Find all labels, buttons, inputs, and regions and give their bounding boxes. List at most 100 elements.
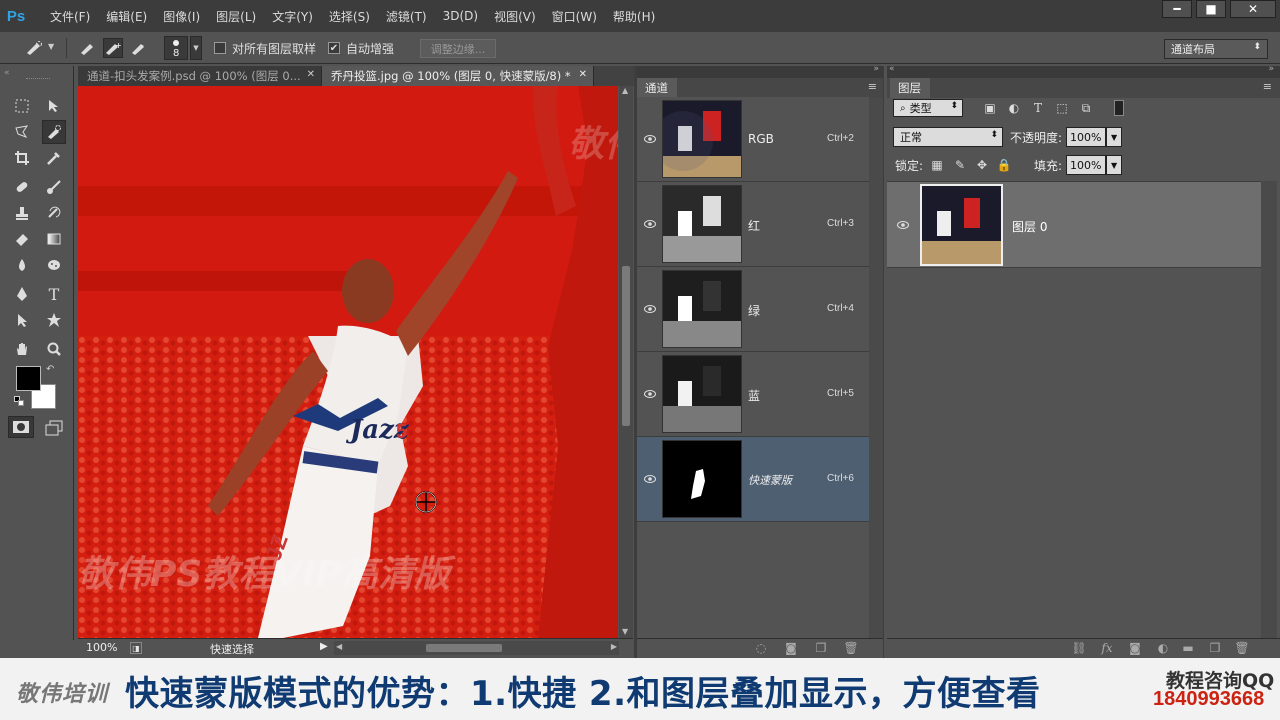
blur-tool-icon[interactable]: [10, 253, 34, 277]
channel-row-rgb[interactable]: RGB Ctrl+2: [637, 97, 869, 182]
document-tab-2[interactable]: 乔丹投篮.jpg @ 100% (图层 0, 快速蒙版/8) * ✕: [322, 66, 594, 86]
zoom-level[interactable]: 100%: [86, 641, 117, 654]
blend-mode-select[interactable]: 正常 ⬍: [893, 127, 1003, 147]
menu-window[interactable]: 窗口(W): [544, 8, 605, 25]
opacity-dropdown-arrow-icon[interactable]: ▼: [1106, 127, 1122, 147]
lock-all-icon[interactable]: 🔒: [996, 157, 1012, 173]
panel-menu-icon[interactable]: ≡: [1263, 80, 1272, 93]
crop-tool-icon[interactable]: [10, 146, 34, 170]
default-colors-icon[interactable]: [14, 396, 24, 406]
spot-healing-tool-icon[interactable]: [10, 175, 34, 199]
menu-view[interactable]: 视图(V): [486, 8, 544, 25]
sample-all-layers-checkbox[interactable]: [214, 42, 226, 54]
menu-layer[interactable]: 图层(L): [208, 8, 264, 25]
channel-row-green[interactable]: 绿 Ctrl+4: [637, 267, 869, 352]
save-selection-as-channel-icon[interactable]: ◙: [783, 640, 799, 656]
filter-adjustment-layers-icon[interactable]: ◐: [1006, 100, 1022, 116]
history-brush-tool-icon[interactable]: [42, 201, 66, 225]
layers-scrollbar[interactable]: [1261, 181, 1277, 638]
clone-stamp-tool-icon[interactable]: [10, 201, 34, 225]
filter-type-layers-icon[interactable]: T: [1030, 100, 1046, 116]
filter-shape-layers-icon[interactable]: ⬚: [1054, 100, 1070, 116]
eraser-tool-icon[interactable]: [10, 227, 34, 251]
link-layers-icon[interactable]: ⛓: [1071, 640, 1087, 656]
channel-row-quick-mask[interactable]: 快速蒙版 Ctrl+6: [637, 437, 869, 522]
sponge-tool-icon[interactable]: [42, 253, 66, 277]
panel-collapse-icon[interactable]: »: [873, 64, 879, 74]
add-layer-mask-icon[interactable]: ◙: [1127, 640, 1143, 656]
quick-mask-mode-icon[interactable]: [8, 416, 34, 438]
refine-edge-button[interactable]: 调整边缘...: [420, 39, 496, 58]
quick-selection-tool-preset-icon[interactable]: [24, 38, 44, 58]
layer-name[interactable]: 图层 0: [1012, 218, 1047, 235]
channels-scrollbar[interactable]: [869, 98, 883, 638]
preset-dropdown-arrow-icon[interactable]: ▼: [48, 42, 54, 51]
channel-row-blue[interactable]: 蓝 Ctrl+5: [637, 352, 869, 437]
new-channel-icon[interactable]: ❐: [813, 640, 829, 656]
scroll-thumb[interactable]: [622, 266, 630, 426]
channels-tab[interactable]: 通道: [637, 78, 677, 98]
zoom-tool-icon[interactable]: [42, 337, 66, 361]
brush-size-dropdown-arrow-icon[interactable]: ▼: [190, 36, 202, 60]
subtract-from-selection-brush-icon[interactable]: -: [129, 38, 149, 58]
canvas-vertical-scrollbar[interactable]: ▲ ▼: [619, 86, 633, 638]
panel-expand-icon[interactable]: «: [889, 64, 895, 74]
path-selection-tool-icon[interactable]: [10, 308, 34, 332]
add-to-selection-brush-icon[interactable]: +: [103, 38, 123, 58]
swap-colors-icon[interactable]: ↶: [46, 364, 54, 375]
type-tool-icon[interactable]: T: [42, 282, 66, 306]
menu-filter[interactable]: 滤镜(T): [378, 8, 435, 25]
collapse-arrows-icon[interactable]: «: [4, 68, 10, 78]
scroll-down-arrow-icon[interactable]: ▼: [622, 627, 628, 636]
marquee-tool-icon[interactable]: [10, 94, 34, 118]
close-button[interactable]: ✕: [1230, 0, 1276, 18]
auto-enhance-checkbox[interactable]: ✔: [328, 42, 340, 54]
document-tab-1[interactable]: 通道-扣头发案例.psd @ 100% (图层 0... ✕: [78, 66, 322, 86]
gradient-tool-icon[interactable]: [42, 227, 66, 251]
tab-close-icon[interactable]: ✕: [579, 69, 587, 80]
pen-tool-icon[interactable]: [10, 282, 34, 306]
menu-edit[interactable]: 编辑(E): [98, 8, 155, 25]
move-tool-icon[interactable]: [42, 94, 66, 118]
delete-layer-icon[interactable]: 🗑: [1234, 640, 1250, 656]
menu-file[interactable]: 文件(F): [42, 8, 98, 25]
hand-tool-icon[interactable]: [10, 337, 34, 361]
lock-image-pixels-icon[interactable]: ✎: [952, 157, 968, 173]
scroll-right-arrow-icon[interactable]: ▶: [611, 642, 617, 651]
workspace-select[interactable]: 通道布局 ⬍: [1164, 39, 1268, 59]
visibility-eye-icon[interactable]: [643, 218, 657, 230]
scroll-up-arrow-icon[interactable]: ▲: [622, 86, 628, 95]
delete-channel-icon[interactable]: 🗑: [843, 640, 859, 656]
filter-pixel-layers-icon[interactable]: ▣: [982, 100, 998, 116]
document-canvas[interactable]: Jazz 5 JZ 敬伟PS教程VIP高清版 敬伟PS教程VIP高清版: [78, 86, 618, 638]
scroll-left-arrow-icon[interactable]: ◀: [336, 642, 342, 651]
visibility-eye-icon[interactable]: [643, 473, 657, 485]
screen-mode-icon[interactable]: [42, 416, 66, 440]
load-channel-as-selection-icon[interactable]: ◌: [753, 640, 769, 656]
layers-tab[interactable]: 图层: [890, 78, 930, 98]
layer-filter-kind-select[interactable]: ⌕ 类型 ⬍: [893, 99, 963, 117]
fill-input[interactable]: 100%: [1066, 155, 1106, 175]
new-layer-icon[interactable]: ❐: [1207, 640, 1223, 656]
layer-style-fx-icon[interactable]: fx: [1099, 640, 1115, 656]
visibility-eye-icon[interactable]: [897, 219, 909, 233]
channel-row-red[interactable]: 红 Ctrl+3: [637, 182, 869, 267]
brush-size-picker[interactable]: 8: [164, 36, 188, 60]
h-scroll-thumb[interactable]: [426, 644, 502, 652]
layer-row-0[interactable]: 图层 0: [887, 181, 1261, 268]
custom-shape-tool-icon[interactable]: [42, 308, 66, 332]
new-group-folder-icon[interactable]: ▬: [1180, 640, 1196, 656]
menu-type[interactable]: 文字(Y): [264, 8, 321, 25]
filter-toggle-switch[interactable]: [1114, 100, 1124, 116]
tab-close-icon[interactable]: ✕: [307, 69, 315, 80]
menu-help[interactable]: 帮助(H): [605, 8, 663, 25]
menu-3d[interactable]: 3D(D): [435, 9, 486, 23]
brush-tool-icon[interactable]: [42, 175, 66, 199]
status-info-icon[interactable]: ◨: [130, 642, 142, 654]
panel-collapse-icon[interactable]: »: [1268, 64, 1274, 74]
visibility-eye-icon[interactable]: [643, 303, 657, 315]
visibility-eye-icon[interactable]: [643, 388, 657, 400]
lock-position-icon[interactable]: ✥: [974, 157, 990, 173]
canvas-horizontal-scrollbar[interactable]: ◀ ▶: [334, 641, 619, 655]
menu-select[interactable]: 选择(S): [321, 8, 378, 25]
